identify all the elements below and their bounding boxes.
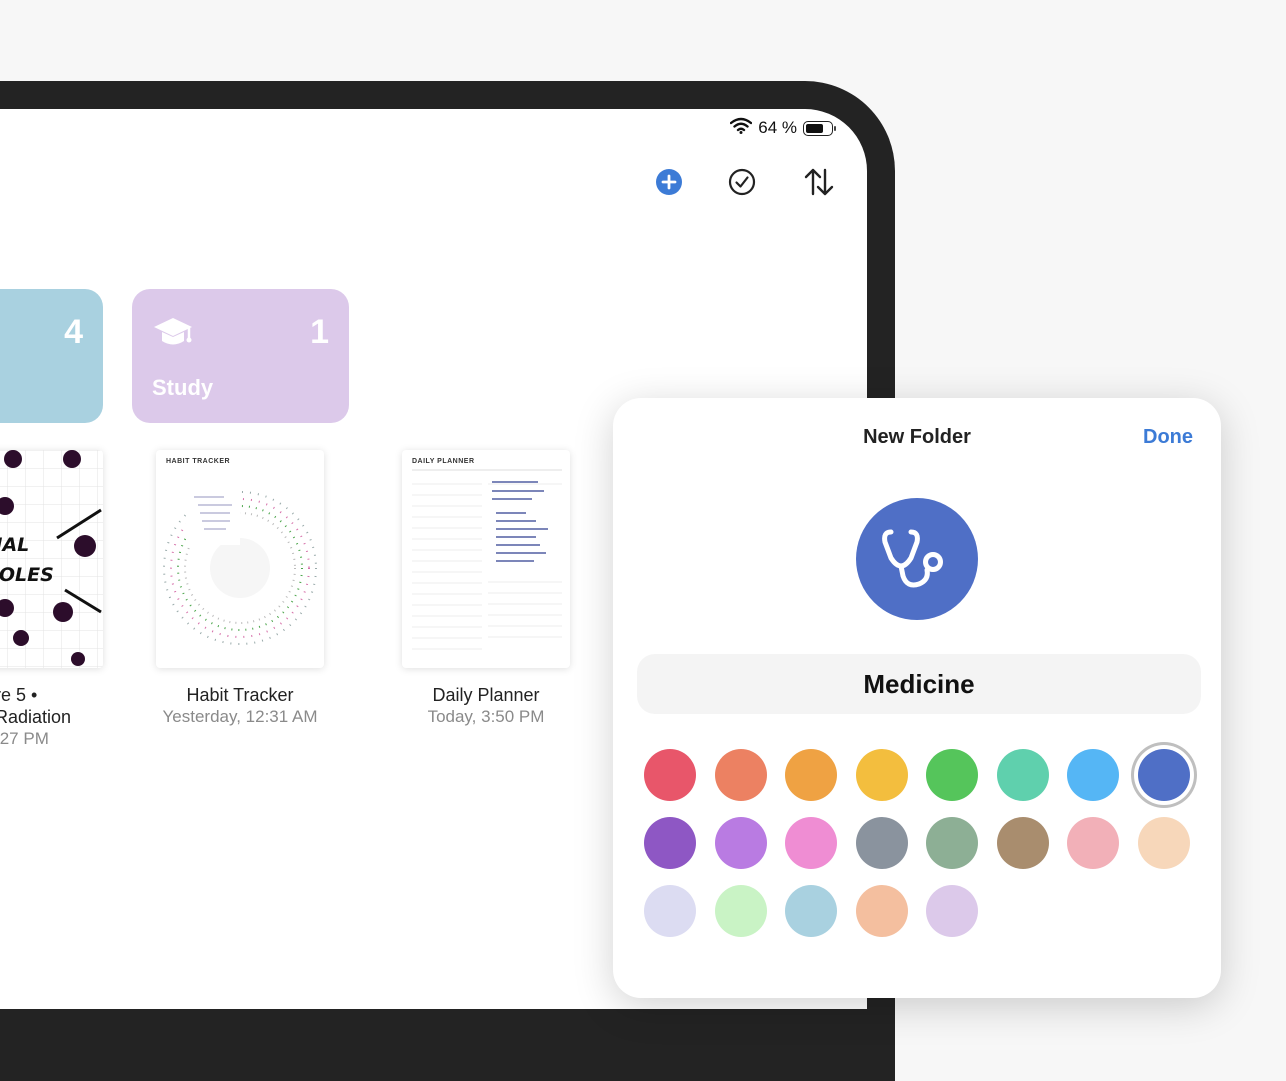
folder-study[interactable]: 1 Study <box>132 289 349 423</box>
add-button[interactable] <box>652 165 686 199</box>
color-swatch[interactable] <box>855 885 908 937</box>
color-swatch[interactable] <box>644 885 696 937</box>
color-swatch[interactable] <box>714 817 767 869</box>
select-button[interactable] <box>725 165 759 199</box>
color-swatch[interactable] <box>926 885 978 937</box>
battery-percent: 64 % <box>758 118 797 137</box>
document-title: Habit Tracker <box>186 685 294 705</box>
color-swatch[interactable] <box>926 817 978 869</box>
folder-name: Study <box>152 375 214 400</box>
folder-count: 1 <box>310 313 329 351</box>
color-swatch[interactable] <box>714 885 767 937</box>
document-thumbnail[interactable]: DAILY PLANNER <box>402 450 570 668</box>
color-swatch[interactable] <box>996 817 1049 869</box>
graduation-cap-icon <box>152 315 194 356</box>
color-swatch[interactable] <box>926 749 978 801</box>
color-swatch[interactable] <box>996 749 1049 801</box>
color-swatch[interactable] <box>785 749 837 801</box>
folder-name-field[interactable] <box>637 654 1201 714</box>
folder-count: 4 <box>64 313 83 351</box>
color-swatch[interactable] <box>855 749 908 801</box>
color-swatch[interactable] <box>714 749 767 801</box>
sort-button[interactable] <box>802 165 836 199</box>
panel-title: New Folder <box>863 426 971 448</box>
thumb-text: RDIAL <box>0 534 30 556</box>
done-button[interactable]: Done <box>1143 426 1193 449</box>
new-folder-panel: New Folder Done <box>613 398 1221 998</box>
folder-card[interactable]: 4 <box>0 289 103 423</box>
thumb-heading: DAILY PLANNER <box>412 458 475 465</box>
color-swatch[interactable] <box>1067 749 1119 801</box>
document-thumbnail[interactable]: RDIAL HOLES <box>0 450 103 668</box>
stethoscope-icon <box>882 529 943 588</box>
document-title: Daily Planner <box>432 685 540 705</box>
color-swatch[interactable] <box>1137 817 1190 869</box>
color-swatch[interactable] <box>785 885 837 937</box>
document-date: Yesterday, 12:31 AM <box>162 707 318 726</box>
color-swatch[interactable] <box>1067 817 1119 869</box>
checkmark-circle-icon <box>728 168 756 196</box>
color-swatch[interactable] <box>785 817 837 869</box>
status-bar: 64 % <box>730 117 836 139</box>
document-date: :27 PM <box>0 729 49 748</box>
color-swatch[interactable] <box>855 817 908 869</box>
document-date: Today, 3:50 PM <box>427 707 545 726</box>
thumb-text: HOLES <box>0 564 54 586</box>
plus-circle-icon <box>656 169 682 195</box>
color-swatch[interactable] <box>1137 749 1190 801</box>
battery-icon <box>803 120 836 136</box>
color-swatch[interactable] <box>644 817 696 869</box>
sort-arrows-icon <box>804 168 834 196</box>
thumb-heading: HABIT TRACKER <box>166 458 231 465</box>
document-thumbnail[interactable]: HABIT TRACKER <box>156 450 324 668</box>
color-swatch[interactable] <box>644 749 696 801</box>
wifi-icon <box>730 117 753 139</box>
folder-icon-preview[interactable] <box>856 498 978 620</box>
